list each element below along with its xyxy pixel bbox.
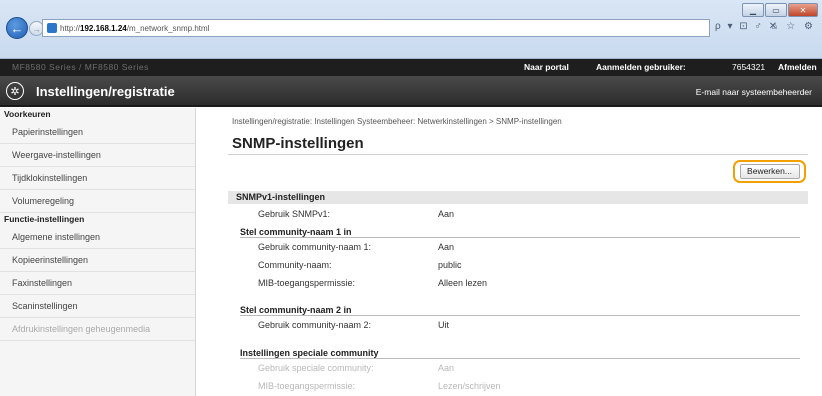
sidebar-item-display[interactable]: Weergave-instellingen xyxy=(0,144,195,167)
subsection-community1: Stel community-naam 1 in xyxy=(240,227,800,238)
page-icon xyxy=(47,23,57,33)
setting-label: Gebruik community-naam 2: xyxy=(258,320,372,330)
subsection-special-community: Instellingen speciale community xyxy=(240,348,800,359)
page-title: SNMP-instellingen xyxy=(232,135,364,152)
setting-label: Gebruik SNMPv1: xyxy=(258,209,331,219)
sidebar-item-memory-print[interactable]: Afdrukinstellingen geheugenmedia xyxy=(0,318,195,341)
email-admin-link[interactable]: E-mail naar systeembeheerder xyxy=(696,87,812,97)
device-name: MF8580 Series / MF8580 Series xyxy=(12,62,149,72)
setting-label: Gebruik community-naam 1: xyxy=(258,242,372,252)
setting-label: MIB-toegangspermissie: xyxy=(258,278,356,288)
navigation-row: ← → http://192.168.1.24/m_network_snmp.h… xyxy=(0,17,822,39)
breadcrumb: Instellingen/registratie: Instellingen S… xyxy=(232,117,562,126)
setting-label: Community-naam: xyxy=(258,260,332,270)
setting-row: Gebruik community-naam 2: Uit xyxy=(258,317,798,333)
address-tools-icon[interactable]: ρ ▾ ⊡ ♂ ✕ xyxy=(715,21,779,32)
close-window-button[interactable]: ✕ xyxy=(788,3,818,17)
setting-row: MIB-toegangspermissie: Lezen/schrijven xyxy=(258,378,798,394)
sidebar-heading-preferences: Voorkeuren xyxy=(4,109,51,119)
setting-label: MIB-toegangspermissie: xyxy=(258,381,356,391)
login-user-label: Aanmelden gebruiker: xyxy=(596,62,686,72)
login-user-value: 7654321 xyxy=(732,62,766,72)
setting-row: Gebruik community-naam 1: Aan xyxy=(258,239,798,255)
setting-row: MIB-toegangspermissie: Alleen lezen xyxy=(258,275,798,291)
sidebar-item-general[interactable]: Algemene instellingen xyxy=(0,226,195,249)
title-divider xyxy=(228,154,808,155)
url-prefix: http:// xyxy=(60,23,81,33)
sidebar-item-scan[interactable]: Scaninstellingen xyxy=(0,295,195,318)
setting-row: Gebruik SNMPv1: Aan xyxy=(258,206,798,222)
maximize-button[interactable]: ▭ xyxy=(765,3,787,17)
setting-value: Aan xyxy=(438,242,455,252)
logout-link[interactable]: Afmelden xyxy=(778,62,817,72)
edit-button-highlight: Bewerken... xyxy=(733,160,806,183)
setting-value: Aan xyxy=(438,363,455,373)
main-content: Instellingen/registratie: Instellingen S… xyxy=(196,108,822,396)
sidebar-heading-functions: Functie-instellingen xyxy=(4,214,85,224)
favorites-tools-icon[interactable]: ⌂ ☆ ⚙ xyxy=(771,21,816,32)
url-path: /m_network_snmp.html xyxy=(126,23,210,33)
address-bar[interactable]: http://192.168.1.24/m_network_snmp.html xyxy=(42,19,710,37)
sidebar-item-fax[interactable]: Faxinstellingen xyxy=(0,272,195,295)
section-snmpv1: SNMPv1-instellingen xyxy=(228,191,808,204)
setting-value: Alleen lezen xyxy=(438,278,488,288)
settings-gear-icon: ✲ xyxy=(6,82,24,100)
sidebar: Voorkeuren Papierinstellingen Weergave-i… xyxy=(0,108,196,396)
top-bar: MF8580 Series / MF8580 Series Naar porta… xyxy=(0,59,822,76)
setting-row: Community-naam: public xyxy=(258,257,798,273)
sidebar-item-paper[interactable]: Papierinstellingen xyxy=(0,121,195,144)
edit-button[interactable]: Bewerken... xyxy=(739,164,800,179)
subsection-community2: Stel community-naam 2 in xyxy=(240,305,800,316)
setting-value: Lezen/schrijven xyxy=(438,381,501,391)
setting-value: public xyxy=(438,260,462,270)
browser-chrome: ▁ ▭ ✕ ← → http://192.168.1.24/m_network_… xyxy=(0,0,822,59)
sidebar-item-clock[interactable]: Tijdklokinstellingen xyxy=(0,167,195,190)
window-controls: ▁ ▭ ✕ xyxy=(742,3,818,17)
back-arrow-icon[interactable]: ← xyxy=(6,17,28,39)
setting-label: Gebruik speciale community: xyxy=(258,363,374,373)
settings-header: ✲ Instellingen/registratie E-mail naar s… xyxy=(0,76,822,107)
header-title: Instellingen/registratie xyxy=(36,84,175,99)
sidebar-item-volume[interactable]: Volumeregeling xyxy=(0,190,195,213)
setting-value: Uit xyxy=(438,320,449,330)
setting-value: Aan xyxy=(438,209,455,219)
setting-row: Gebruik speciale community: Aan xyxy=(258,360,798,376)
sidebar-item-copy[interactable]: Kopieerinstellingen xyxy=(0,249,195,272)
portal-link[interactable]: Naar portal xyxy=(524,62,569,72)
minimize-button[interactable]: ▁ xyxy=(742,3,764,17)
url-host: 192.168.1.24 xyxy=(80,23,127,33)
